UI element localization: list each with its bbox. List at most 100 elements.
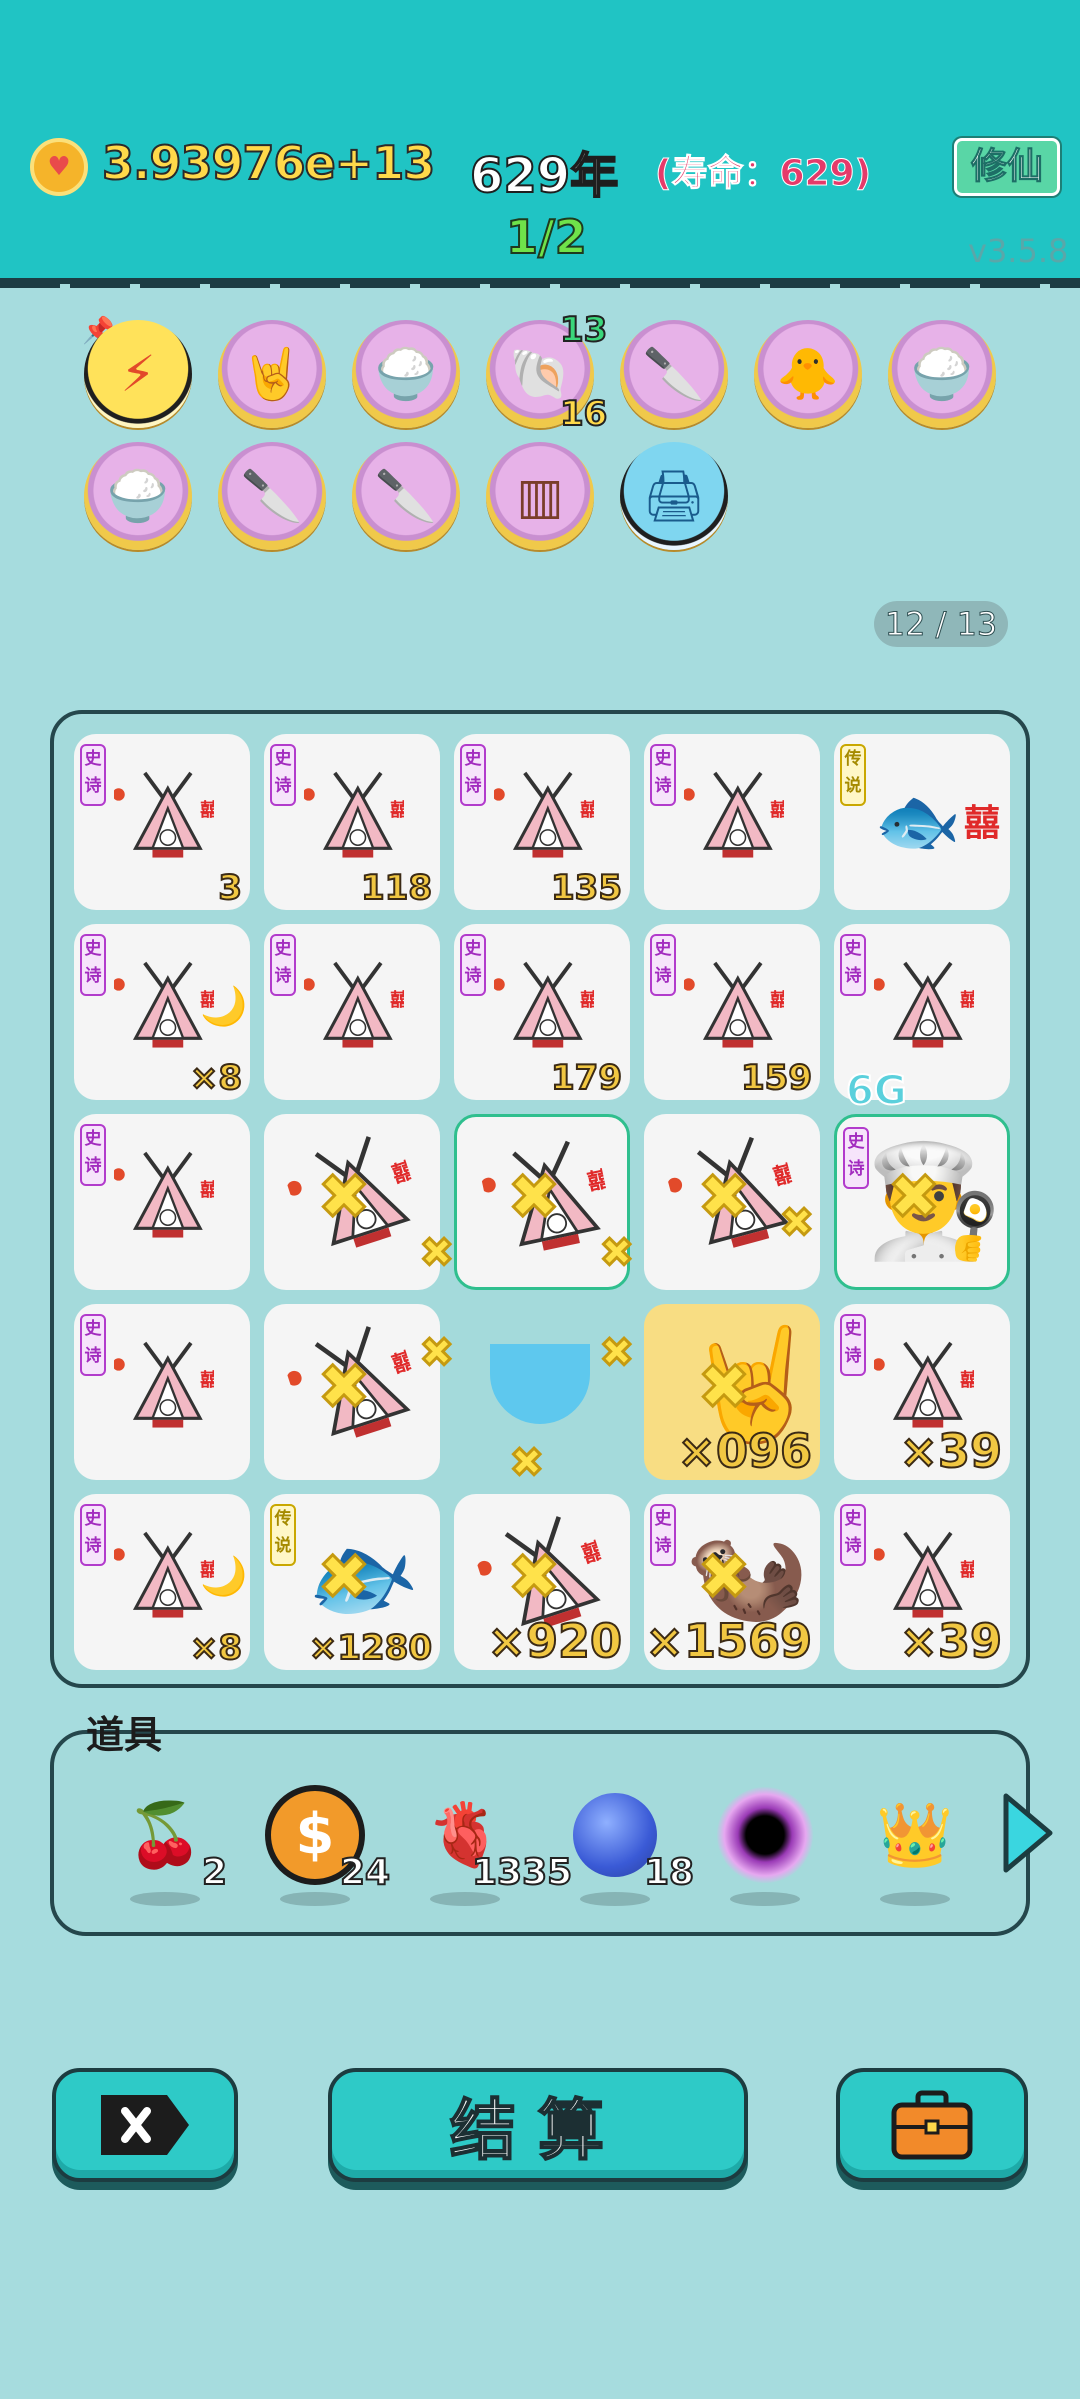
grid-cell[interactable]: [264, 1304, 440, 1480]
tent-icon: [684, 961, 784, 1050]
page-indicator: 1/2: [505, 209, 588, 265]
rarity-tag: 史诗: [650, 744, 676, 806]
thunder-skill-icon[interactable]: ⚡: [84, 320, 192, 428]
grid-cell[interactable]: 史诗 179: [454, 924, 630, 1100]
item-shadow: [130, 1892, 200, 1906]
rarity-tag: 史诗: [650, 1504, 676, 1566]
gold-amount: 3.93976e+13: [101, 135, 436, 191]
tent-icon: [275, 1304, 432, 1471]
rarity-tag: 史诗: [650, 934, 676, 996]
rarity-tag: 史诗: [840, 1314, 866, 1376]
grid-cell[interactable]: 史诗: [74, 1114, 250, 1290]
page-count: 12 / 13: [874, 601, 1008, 647]
grid-cell[interactable]: 史诗: [74, 1304, 250, 1480]
grid-cell[interactable]: [264, 1114, 440, 1290]
cell-count: ×096: [676, 1423, 813, 1479]
xiuxian-button[interactable]: 修仙: [954, 138, 1060, 196]
next-arrow-icon[interactable]: [998, 1790, 1058, 1876]
tent-icon: [474, 1118, 620, 1279]
rarity-tag: 史诗: [270, 934, 296, 996]
grid-cell[interactable]: 史诗 🦦 ×1569: [644, 1494, 820, 1670]
cell-count: 179: [550, 1057, 623, 1099]
printer-skill-icon[interactable]: 🖨: [620, 442, 728, 550]
rarity-tag: 史诗: [80, 744, 106, 806]
grid-cell[interactable]: 史诗 🌙 ×8: [74, 1494, 250, 1670]
items-title: 道具: [86, 1713, 163, 1757]
rarity-tag: 传说: [270, 1504, 296, 1566]
bag-button[interactable]: [836, 2068, 1028, 2182]
grid-cell[interactable]: 史诗 🌙 ×8: [74, 924, 250, 1100]
rarity-tag: 史诗: [80, 1504, 106, 1566]
grid-cell[interactable]: 史诗 118: [264, 734, 440, 910]
cell-count: 3: [217, 867, 243, 909]
grid-cell[interactable]: 史诗 ×39: [834, 1304, 1010, 1480]
grid-cell[interactable]: 传说 🐟 ×1280: [264, 1494, 440, 1670]
grid-cell-selected[interactable]: [454, 1114, 630, 1290]
tent-icon: [275, 1114, 432, 1281]
black-hole-item[interactable]: [710, 1780, 820, 1890]
tent-icon: [114, 1341, 214, 1430]
cancel-button[interactable]: [52, 2068, 238, 2182]
grid-cell[interactable]: 史诗 3: [74, 734, 250, 910]
black-hole-icon: [717, 1787, 813, 1883]
crown-item[interactable]: 👑: [860, 1780, 970, 1890]
grid-cell-selected[interactable]: 史诗 👨‍🍳: [834, 1114, 1010, 1290]
grid-cell-gold[interactable]: 🤘 ×096: [644, 1304, 820, 1480]
grid-cell[interactable]: 史诗 135: [454, 734, 630, 910]
cell-count: ×1569: [644, 1613, 813, 1669]
item-shadow: [730, 1892, 800, 1906]
briefcase-icon: [891, 2090, 973, 2160]
moon-icon: 🌙: [200, 984, 248, 1028]
grid-cell[interactable]: [644, 1114, 820, 1290]
skirt-skill-icon[interactable]: ▥: [486, 442, 594, 550]
rarity-tag: 传说: [840, 744, 866, 806]
cell-count: ×39: [898, 1423, 1003, 1479]
close-tag-icon: [101, 2095, 189, 2155]
tent-icon: [114, 771, 214, 860]
grid-cell[interactable]: ×920: [454, 1494, 630, 1670]
settle-button[interactable]: 结算: [328, 2068, 748, 2182]
grid-cell[interactable]: 史诗: [264, 924, 440, 1100]
cell-count: ×39: [898, 1613, 1003, 1669]
tent-icon: [304, 771, 404, 860]
cell-count: ×8: [189, 1057, 243, 1099]
tent-icon: [874, 961, 974, 1050]
cell-count: 135: [550, 867, 623, 909]
chef-face-icon: 👨‍🍳: [865, 1137, 1002, 1265]
cleaver-skill-icon[interactable]: 🔪: [352, 442, 460, 550]
tent-icon: [114, 961, 214, 1050]
grid-cell[interactable]: 史诗 159: [644, 924, 820, 1100]
item-shadow: [430, 1892, 500, 1906]
tent-icon: [494, 771, 594, 860]
item-shadow: [880, 1892, 950, 1906]
rarity-tag: 史诗: [840, 1504, 866, 1566]
bowls-up-skill-icon[interactable]: 🍚: [888, 320, 996, 428]
item-count: 1335: [471, 1851, 573, 1894]
item-shadow: [280, 1892, 350, 1906]
grid-cell-empty[interactable]: [454, 1304, 630, 1480]
bowls-up-skill-icon[interactable]: 🍚: [352, 320, 460, 428]
koi-fish-icon: 🐟: [292, 1511, 428, 1642]
cell-count: ×8: [189, 1627, 243, 1669]
rarity-tag: 史诗: [80, 1314, 106, 1376]
item-count: 18: [643, 1851, 695, 1894]
tent-icon: [114, 1151, 214, 1240]
tent-icon: [114, 1531, 214, 1620]
chicks-skill-icon[interactable]: 🐥: [754, 320, 862, 428]
tent-icon: [658, 1114, 810, 1279]
cleaver-skill-icon[interactable]: 🔪: [218, 442, 326, 550]
koi-fish-icon: 🐟: [874, 780, 962, 862]
rarity-tag: 史诗: [460, 744, 486, 806]
year-counter: 629年: [469, 147, 619, 205]
gold-coin-icon: ♥: [30, 138, 88, 196]
cell-count: 159: [740, 1057, 813, 1099]
grid-cell[interactable]: 史诗 ×39: [834, 1494, 1010, 1670]
cell-count: ×920: [486, 1613, 623, 1669]
grid-cell[interactable]: 史诗: [644, 734, 820, 910]
rarity-tag: 史诗: [80, 1124, 106, 1186]
grid-cell[interactable]: 传说 🐟 囍: [834, 734, 1010, 910]
item-shadow: [580, 1892, 650, 1906]
cleaver-skill-icon[interactable]: 🔪: [620, 320, 728, 428]
bowls-up-skill-icon[interactable]: 🍚: [84, 442, 192, 550]
rock-hand-skill-icon[interactable]: 🤘: [218, 320, 326, 428]
